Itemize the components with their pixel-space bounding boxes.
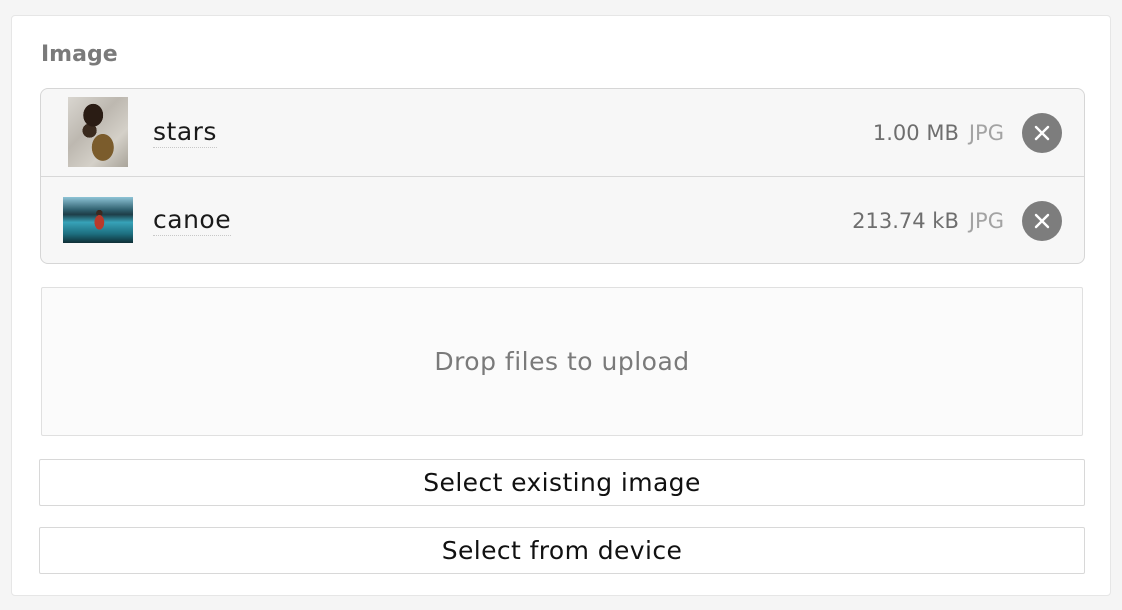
select-existing-image-button[interactable]: Select existing image	[39, 459, 1085, 506]
remove-file-button[interactable]	[1022, 112, 1062, 153]
file-size: 213.74 kB	[852, 208, 959, 233]
file-type: JPG	[968, 208, 1004, 233]
file-row-stars: stars 1.00 MB JPG	[41, 89, 1084, 176]
file-size: 1.00 MB	[872, 120, 959, 145]
file-meta: 213.74 kB JPG	[852, 209, 1004, 233]
file-name-link[interactable]: canoe	[153, 205, 232, 236]
file-type: JPG	[968, 120, 1004, 145]
select-from-device-button[interactable]: Select from device	[39, 527, 1085, 574]
file-meta: 1.00 MB JPG	[873, 121, 1004, 145]
file-list: stars 1.00 MB JPG canoe 213.74 kB JPG	[40, 88, 1085, 264]
close-icon	[1034, 125, 1050, 140]
file-row-canoe: canoe 213.74 kB JPG	[41, 176, 1084, 263]
file-thumbnail	[63, 197, 133, 243]
close-icon	[1034, 213, 1050, 228]
field-label: Image	[41, 42, 118, 67]
image-upload-panel: Image stars 1.00 MB JPG canoe 213.74 kB …	[11, 15, 1111, 596]
file-name-link[interactable]: stars	[153, 117, 217, 148]
dropzone-text: Drop files to upload	[434, 347, 690, 376]
remove-file-button[interactable]	[1022, 200, 1062, 241]
file-thumbnail	[68, 97, 128, 167]
dropzone[interactable]: Drop files to upload	[41, 287, 1083, 436]
